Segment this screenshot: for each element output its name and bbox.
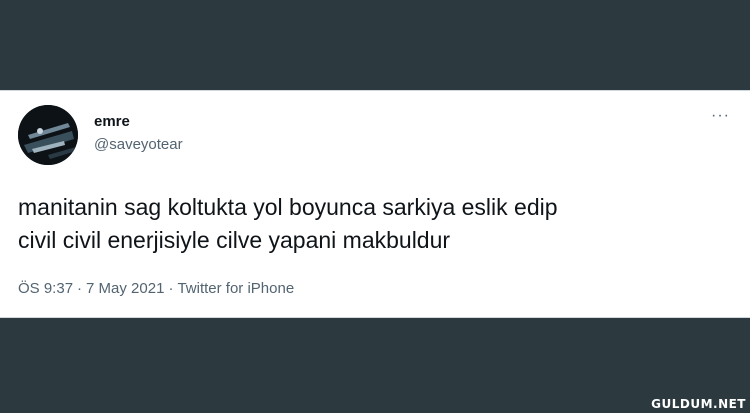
tweet-card: emre @saveyotear ··· manitanin sag koltu… [0,90,750,318]
separator: · [77,280,83,297]
watermark: GULDUM.NET [651,397,746,411]
tweet-date[interactable]: 7 May 2021 [86,280,164,297]
avatar[interactable] [18,105,78,165]
avatar-image [18,105,78,165]
more-horizontal-icon[interactable]: ··· [711,108,730,124]
user-handle[interactable]: @saveyotear [94,136,183,153]
separator: · [168,280,174,297]
tweet-text: manitanin sag koltukta yol boyunca sarki… [18,191,728,257]
tweet-meta: ÖS 9:37 · 7 May 2021 · Twitter for iPhone [18,280,294,297]
tweet-time[interactable]: ÖS 9:37 [18,280,73,297]
display-name[interactable]: emre [94,113,130,130]
tweet-text-line: civil civil enerjisiyle cilve yapani mak… [18,227,451,253]
tweet-text-line: manitanin sag koltukta yol boyunca sarki… [18,194,558,220]
tweet-source[interactable]: Twitter for iPhone [177,280,294,297]
